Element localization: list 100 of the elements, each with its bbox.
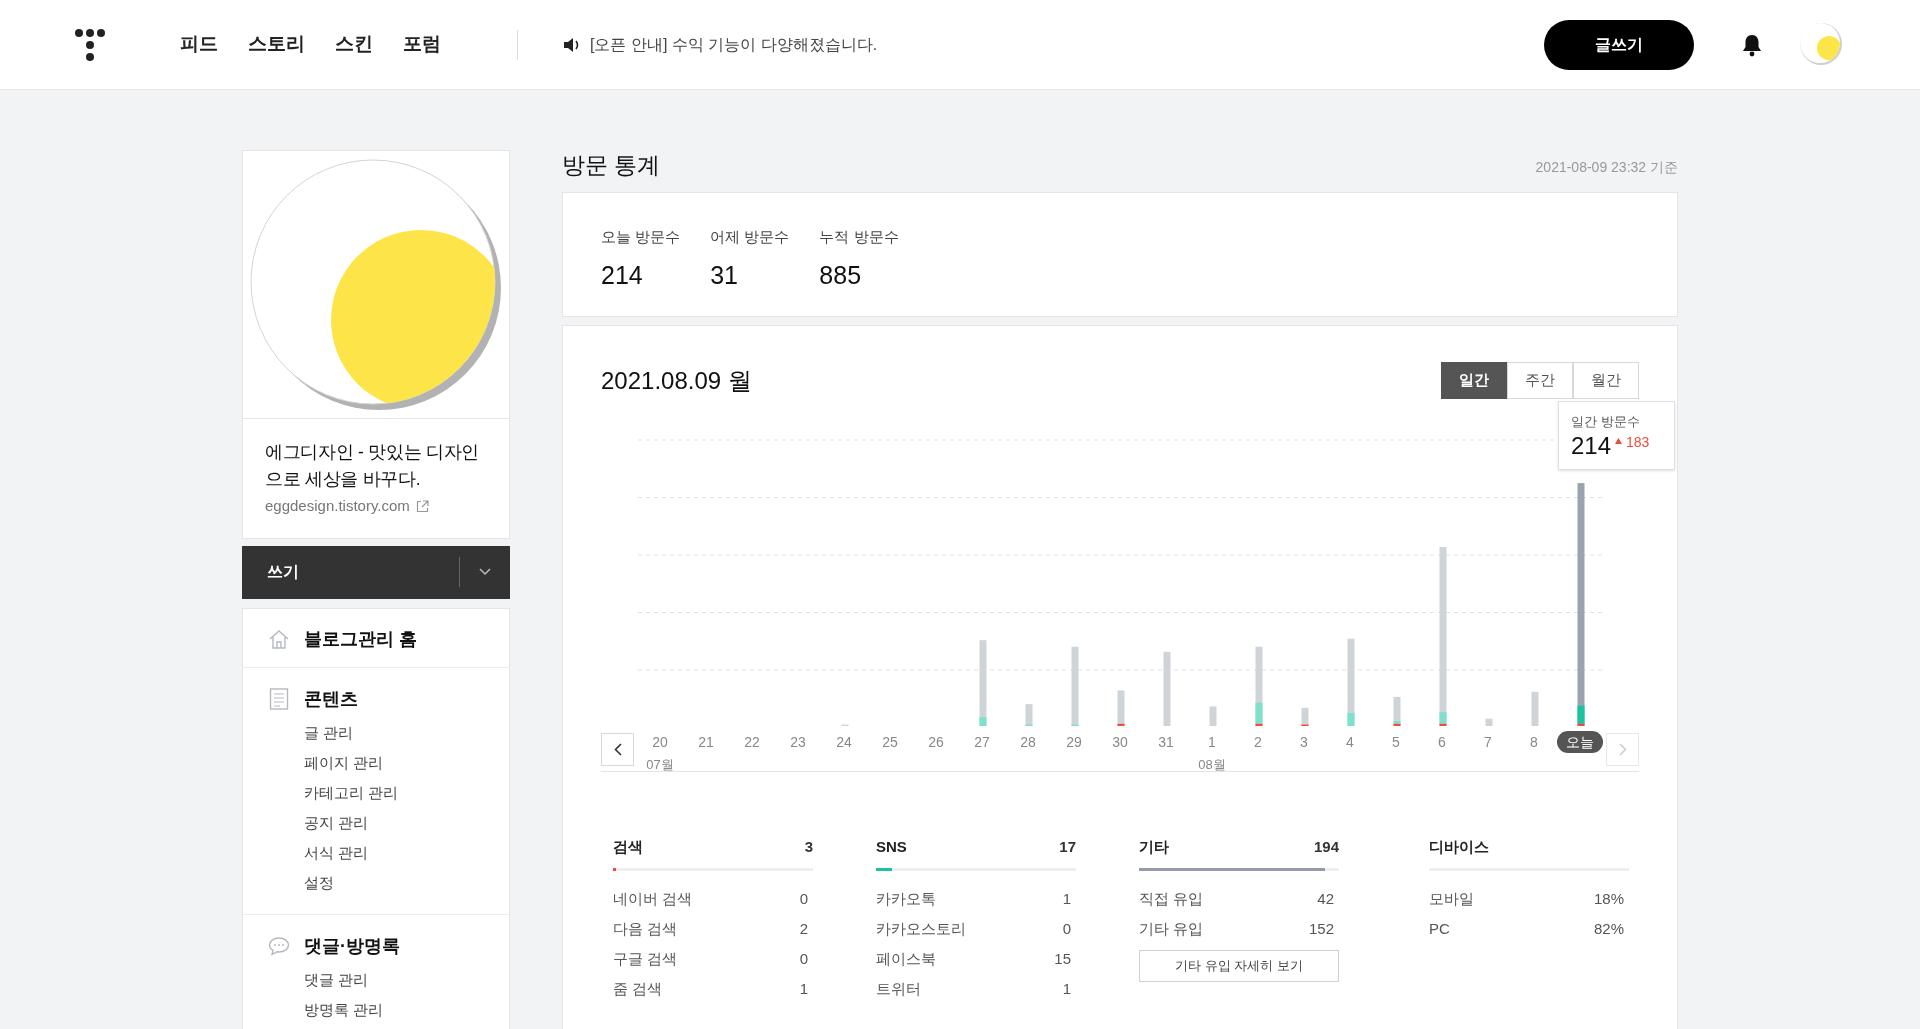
visits-bar	[1209, 706, 1217, 726]
source-title: 디바이스	[1429, 836, 1489, 857]
source-label: PC	[1429, 919, 1450, 939]
period-tab[interactable]: 일간	[1441, 362, 1507, 399]
blog-url-link[interactable]: eggdesign.tistory.com	[265, 495, 410, 518]
day-label[interactable]: 오늘	[1557, 731, 1603, 753]
day-label[interactable]: 22	[744, 731, 760, 753]
menu-item[interactable]: 글 관리	[304, 721, 484, 744]
stat-label: 오늘 방문수	[601, 227, 681, 247]
menu-item[interactable]: 페이지 관리	[304, 751, 484, 774]
nav-link[interactable]: 스킨	[335, 30, 373, 59]
menu-item[interactable]: 카테고리 관리	[304, 781, 484, 804]
stat-label: 누적 방문수	[819, 227, 899, 247]
source-value: 0	[799, 889, 808, 909]
notice-text[interactable]: [오픈 안내] 수익 기능이 다양해졌습니다.	[590, 32, 878, 57]
source-value: 18%	[1593, 889, 1624, 909]
day-label[interactable]: 28	[1020, 731, 1036, 753]
menu-item[interactable]: 서식 관리	[304, 841, 484, 864]
source-title: 기타	[1139, 836, 1169, 857]
day-label[interactable]: 30	[1112, 731, 1128, 753]
visits-bar	[1117, 690, 1125, 726]
source-value: 82%	[1593, 919, 1624, 939]
day-label[interactable]: 4	[1346, 731, 1354, 753]
source-label: 카카오톡	[876, 889, 936, 909]
visits-bar	[1485, 718, 1493, 726]
day-label[interactable]: 5	[1392, 731, 1400, 753]
source-label: 페이스북	[876, 949, 936, 969]
chart-date: 2021.08.09 월	[601, 365, 752, 396]
write-button[interactable]: 글쓰기	[1544, 19, 1694, 70]
menu-item[interactable]: 방명록 관리	[304, 998, 484, 1021]
day-label[interactable]: 26	[928, 731, 944, 753]
day-label[interactable]: 24	[836, 731, 852, 753]
source-total: 17	[1059, 836, 1076, 857]
source-title: 검색	[613, 836, 643, 857]
document-icon	[269, 688, 289, 710]
day-label[interactable]: 1	[1208, 731, 1216, 753]
source-label: 다음 검색	[613, 919, 678, 939]
write-menu-button[interactable]: 쓰기	[242, 545, 510, 599]
period-tab[interactable]: 월간	[1573, 362, 1639, 399]
source-value: 1	[799, 979, 808, 999]
nav-link[interactable]: 피드	[180, 30, 218, 59]
tooltip-label: 일간 방문수	[1571, 413, 1641, 431]
day-label[interactable]: 21	[698, 731, 714, 753]
source-value: 1	[1062, 889, 1071, 909]
nav-link[interactable]: 스토리	[248, 30, 305, 59]
bell-icon[interactable]	[1741, 32, 1763, 57]
tooltip-value: 214	[1571, 431, 1612, 460]
day-label[interactable]: 23	[790, 731, 806, 753]
day-label[interactable]: 27	[974, 731, 990, 753]
day-label[interactable]: 6	[1438, 731, 1446, 753]
source-label: 줌 검색	[613, 979, 663, 999]
day-label[interactable]: 20	[652, 731, 668, 753]
chevron-down-icon[interactable]	[479, 568, 491, 576]
previous-button[interactable]	[601, 733, 634, 766]
month-label: 07월	[646, 756, 674, 774]
menu-section[interactable]: 블로그관리 홈	[304, 625, 417, 653]
menu-section[interactable]: 댓글·방명록	[304, 932, 400, 960]
source-label: 카카오스토리	[876, 919, 966, 939]
chevron-right-icon	[1618, 743, 1627, 756]
menu-item[interactable]: 댓글 관리	[304, 968, 484, 991]
day-label[interactable]: 31	[1158, 731, 1174, 753]
stat-value: 31	[710, 259, 739, 291]
day-label[interactable]: 29	[1066, 731, 1082, 753]
source-label: 직접 유입	[1139, 889, 1204, 909]
logo-icon[interactable]	[74, 27, 106, 62]
day-label[interactable]: 8	[1530, 731, 1538, 753]
stat-value: 885	[819, 259, 863, 291]
source-value: 152	[1308, 919, 1334, 939]
day-label[interactable]: 25	[882, 731, 898, 753]
source-value: 0	[799, 949, 808, 969]
external-link-icon[interactable]	[415, 499, 429, 513]
stat-label: 어제 방문수	[710, 227, 790, 247]
day-label[interactable]: 3	[1300, 731, 1308, 753]
source-total: 3	[804, 836, 813, 857]
speech-bubble-icon	[268, 936, 290, 956]
visits-bar	[1393, 696, 1401, 726]
month-label: 08월	[1198, 756, 1226, 774]
menu-item[interactable]: 설정	[304, 871, 484, 894]
visits-bar	[1531, 691, 1539, 726]
source-label: 트위터	[876, 979, 921, 999]
details-button[interactable]: 기타 유입 자세히 보기	[1139, 950, 1339, 982]
blog-title[interactable]: 에그디자인 - 맛있는 디자인으로 세상을 바꾸다.	[265, 439, 487, 493]
period-tab[interactable]: 주간	[1507, 362, 1573, 399]
tooltip-change: 183	[1626, 432, 1650, 452]
day-label[interactable]: 2	[1254, 731, 1262, 753]
source-label: 구글 검색	[613, 949, 678, 969]
menu-item[interactable]: 공지 관리	[304, 811, 484, 834]
menu-section[interactable]: 콘텐츠	[304, 685, 358, 713]
stat-value: 214	[601, 259, 644, 291]
speaker-icon	[562, 35, 580, 54]
nav-link[interactable]: 포럼	[403, 30, 441, 59]
visits-bar	[1025, 704, 1033, 726]
chevron-left-icon	[613, 743, 622, 756]
visits-bar	[1301, 707, 1309, 726]
source-title: SNS	[876, 836, 907, 857]
source-value: 0	[1062, 919, 1071, 939]
up-triangle-icon	[1615, 437, 1623, 444]
as-of-time: 2021-08-09 23:32 기준	[1535, 158, 1678, 177]
day-label[interactable]: 7	[1484, 731, 1492, 753]
source-value: 2	[799, 919, 808, 939]
